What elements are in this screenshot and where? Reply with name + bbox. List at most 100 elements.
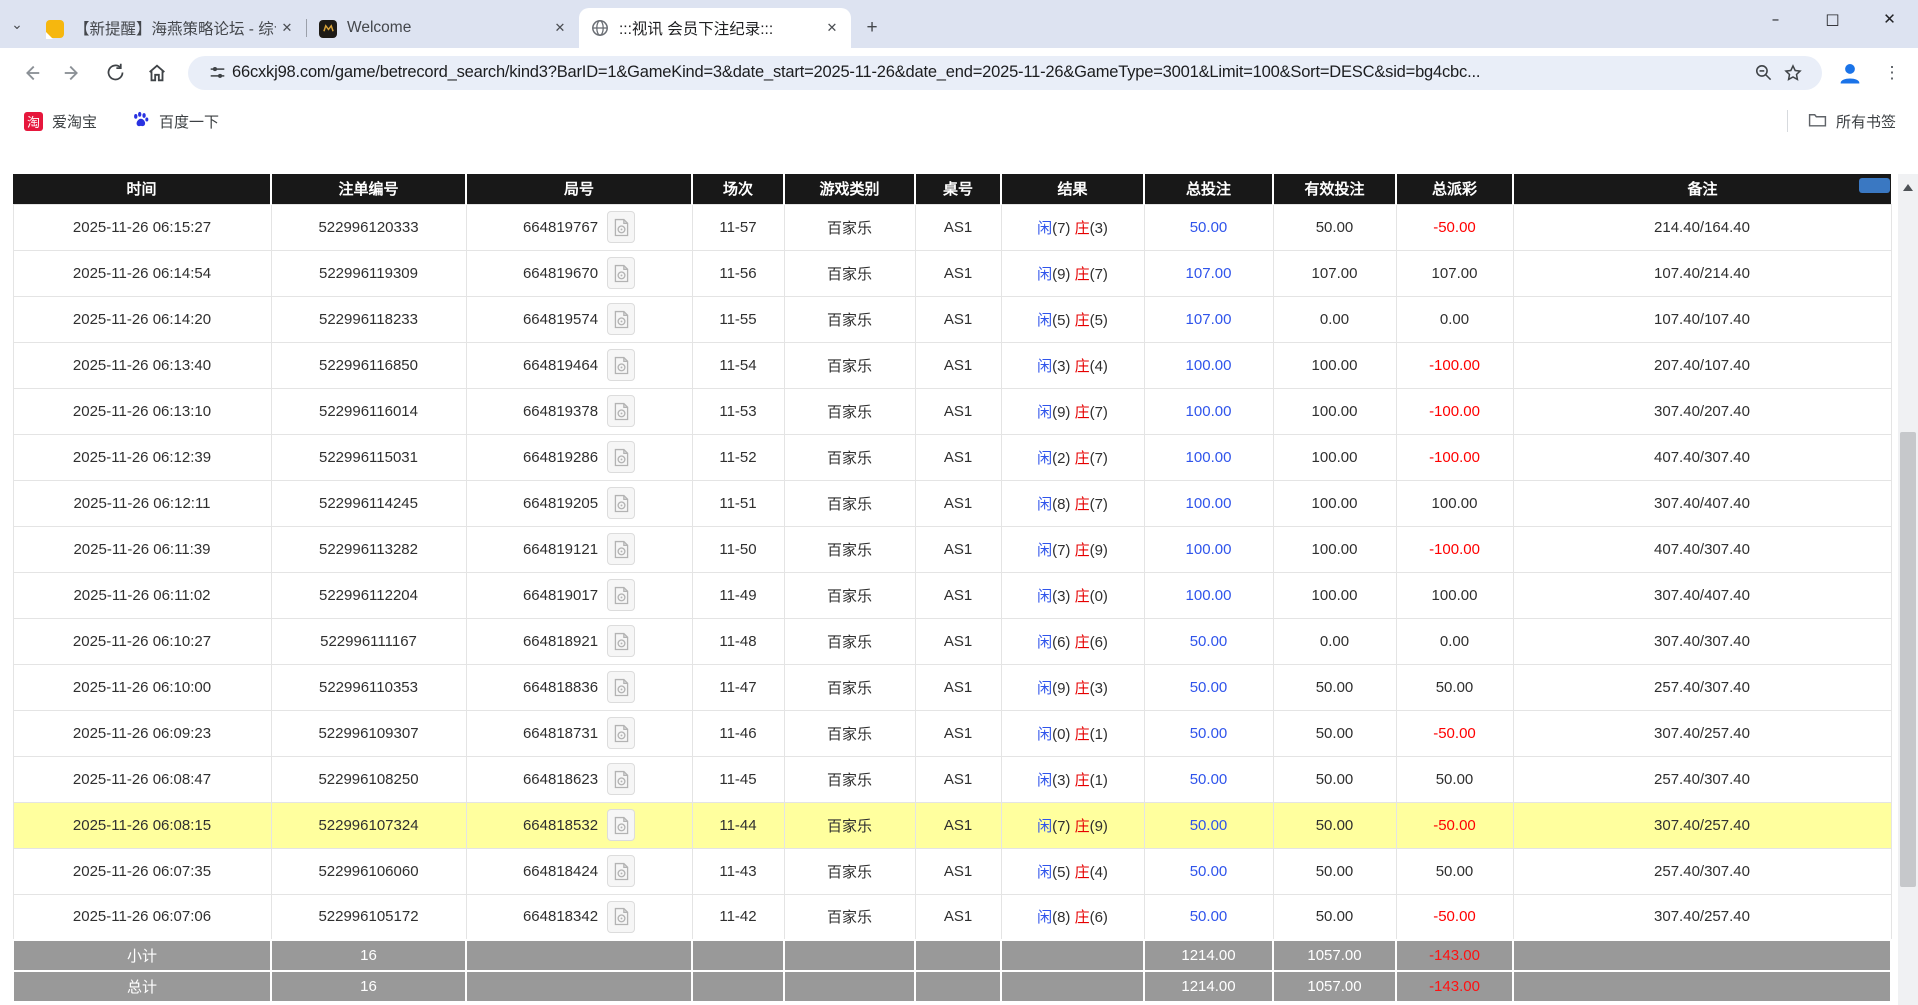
all-bookmarks-button[interactable]: 所有书签	[1802, 106, 1902, 137]
table-row[interactable]: 2025-11-26 06:09:23522996109307664818731…	[13, 710, 1891, 756]
profile-avatar[interactable]	[1832, 55, 1868, 91]
col-valid-bet: 有效投注	[1273, 174, 1396, 204]
tab-bet-records[interactable]: :::视讯 会员下注纪录::: ✕	[579, 8, 851, 48]
table-row[interactable]: 2025-11-26 06:07:35522996106060664818424…	[13, 848, 1891, 894]
vertical-scrollbar[interactable]	[1898, 174, 1918, 1005]
tab-close-icon[interactable]: ✕	[821, 17, 843, 39]
video-replay-button[interactable]	[607, 625, 635, 657]
cell-valid-bet: 100.00	[1273, 434, 1396, 480]
player-result: 闲	[1037, 496, 1052, 513]
video-replay-button[interactable]	[607, 303, 635, 335]
video-replay-button[interactable]	[607, 809, 635, 841]
banker-result: 庄	[1075, 312, 1090, 329]
round-id-text: 664818731	[523, 725, 598, 742]
table-row[interactable]: 2025-11-26 06:11:39522996113282664819121…	[13, 526, 1891, 572]
cell-table-no: AS1	[915, 572, 1001, 618]
video-replay-button[interactable]	[607, 533, 635, 565]
tab-forum[interactable]: 【新提醒】海燕策略论坛 - 综合 ✕	[34, 8, 306, 48]
cell-remark: 307.40/407.40	[1513, 480, 1891, 526]
tab-welcome[interactable]: Welcome ✕	[307, 8, 579, 48]
subtotal-count: 16	[271, 940, 466, 971]
round-id-text: 664819205	[523, 495, 598, 512]
cell-round-id: 664818424	[466, 848, 692, 894]
video-replay-button[interactable]	[607, 717, 635, 749]
table-row[interactable]: 2025-11-26 06:10:00522996110353664818836…	[13, 664, 1891, 710]
cell-valid-bet: 50.00	[1273, 802, 1396, 848]
tab-close-icon[interactable]: ✕	[549, 17, 571, 39]
table-row[interactable]: 2025-11-26 06:11:02522996112204664819017…	[13, 572, 1891, 618]
table-row[interactable]: 2025-11-26 06:14:54522996119309664819670…	[13, 250, 1891, 296]
cell-table-no: AS1	[915, 342, 1001, 388]
tab-search-chevron-icon[interactable]: ⌄	[0, 4, 34, 44]
video-replay-button[interactable]	[607, 901, 635, 933]
scrollbar-thumb[interactable]	[1900, 432, 1916, 887]
scrollbar-up-arrow-icon[interactable]	[1898, 174, 1918, 200]
close-window-button[interactable]: ✕	[1861, 0, 1918, 38]
video-replay-button[interactable]	[607, 671, 635, 703]
cell-bet-id: 522996116850	[271, 342, 466, 388]
bookmarks-divider	[1787, 110, 1788, 132]
video-replay-button[interactable]	[607, 855, 635, 887]
table-row[interactable]: 2025-11-26 06:15:27522996120333664819767…	[13, 204, 1891, 250]
cell-result: 闲(7) 庄(9)	[1001, 526, 1144, 572]
video-replay-button[interactable]	[607, 211, 635, 243]
grand-total-total-bet: 1214.00	[1144, 971, 1273, 1002]
tab-close-icon[interactable]: ✕	[276, 17, 298, 39]
cell-payout: 100.00	[1396, 480, 1513, 526]
video-replay-button[interactable]	[607, 487, 635, 519]
new-tab-button[interactable]: +	[857, 13, 887, 43]
zoom-icon[interactable]	[1748, 58, 1778, 88]
bookmarks-bar: 淘 爱淘宝 百度一下 所有书签	[0, 97, 1918, 145]
cell-game-type: 百家乐	[784, 204, 915, 250]
address-bar[interactable]: 66cxkj98.com/game/betrecord_search/kind3…	[188, 56, 1822, 90]
back-button[interactable]	[10, 52, 52, 94]
cell-bet-id: 522996114245	[271, 480, 466, 526]
cell-result: 闲(3) 庄(4)	[1001, 342, 1144, 388]
cell-bet-id: 522996115031	[271, 434, 466, 480]
video-replay-button[interactable]	[607, 395, 635, 427]
browser-menu-icon[interactable]: ⋮	[1876, 55, 1908, 91]
cell-game-type: 百家乐	[784, 756, 915, 802]
minimize-button[interactable]: –	[1747, 0, 1804, 38]
cell-total-bet: 100.00	[1144, 342, 1273, 388]
player-result: 闲	[1037, 772, 1052, 789]
bookmark-baidu[interactable]: 百度一下	[123, 105, 227, 138]
cell-payout: -100.00	[1396, 388, 1513, 434]
maximize-button[interactable]: □	[1804, 0, 1861, 38]
url-text[interactable]: 66cxkj98.com/game/betrecord_search/kind3…	[232, 63, 1748, 82]
forward-button[interactable]	[52, 52, 94, 94]
home-button[interactable]	[136, 52, 178, 94]
site-info-icon[interactable]	[202, 58, 232, 88]
table-row[interactable]: 2025-11-26 06:13:10522996116014664819378…	[13, 388, 1891, 434]
bookmark-taobao[interactable]: 淘 爱淘宝	[16, 106, 105, 137]
col-session: 场次	[692, 174, 784, 204]
video-replay-button[interactable]	[607, 579, 635, 611]
cell-remark: 307.40/257.40	[1513, 710, 1891, 756]
banker-result: 庄	[1075, 358, 1090, 375]
cell-total-bet: 107.00	[1144, 296, 1273, 342]
table-row[interactable]: 2025-11-26 06:10:27522996111167664818921…	[13, 618, 1891, 664]
folder-icon	[1808, 111, 1827, 132]
table-row[interactable]: 2025-11-26 06:13:40522996116850664819464…	[13, 342, 1891, 388]
cell-remark: 307.40/407.40	[1513, 572, 1891, 618]
cell-result: 闲(9) 庄(3)	[1001, 664, 1144, 710]
table-row[interactable]: 2025-11-26 06:07:06522996105172664818342…	[13, 894, 1891, 940]
cell-bet-id: 522996119309	[271, 250, 466, 296]
video-replay-button[interactable]	[607, 441, 635, 473]
partial-blue-button[interactable]	[1859, 178, 1890, 193]
video-replay-button[interactable]	[607, 763, 635, 795]
cell-bet-id: 522996110353	[271, 664, 466, 710]
table-row[interactable]: 2025-11-26 06:12:11522996114245664819205…	[13, 480, 1891, 526]
table-row[interactable]: 2025-11-26 06:08:47522996108250664818623…	[13, 756, 1891, 802]
cell-session: 11-52	[692, 434, 784, 480]
table-row[interactable]: 2025-11-26 06:08:15522996107324664818532…	[13, 802, 1891, 848]
bookmark-star-icon[interactable]	[1778, 58, 1808, 88]
reload-button[interactable]	[94, 52, 136, 94]
table-row[interactable]: 2025-11-26 06:14:20522996118233664819574…	[13, 296, 1891, 342]
video-replay-button[interactable]	[607, 349, 635, 381]
video-replay-button[interactable]	[607, 257, 635, 289]
round-id-text: 664819574	[523, 311, 598, 328]
cell-result: 闲(9) 庄(7)	[1001, 388, 1144, 434]
table-row[interactable]: 2025-11-26 06:12:39522996115031664819286…	[13, 434, 1891, 480]
banker-result: 庄	[1075, 864, 1090, 881]
